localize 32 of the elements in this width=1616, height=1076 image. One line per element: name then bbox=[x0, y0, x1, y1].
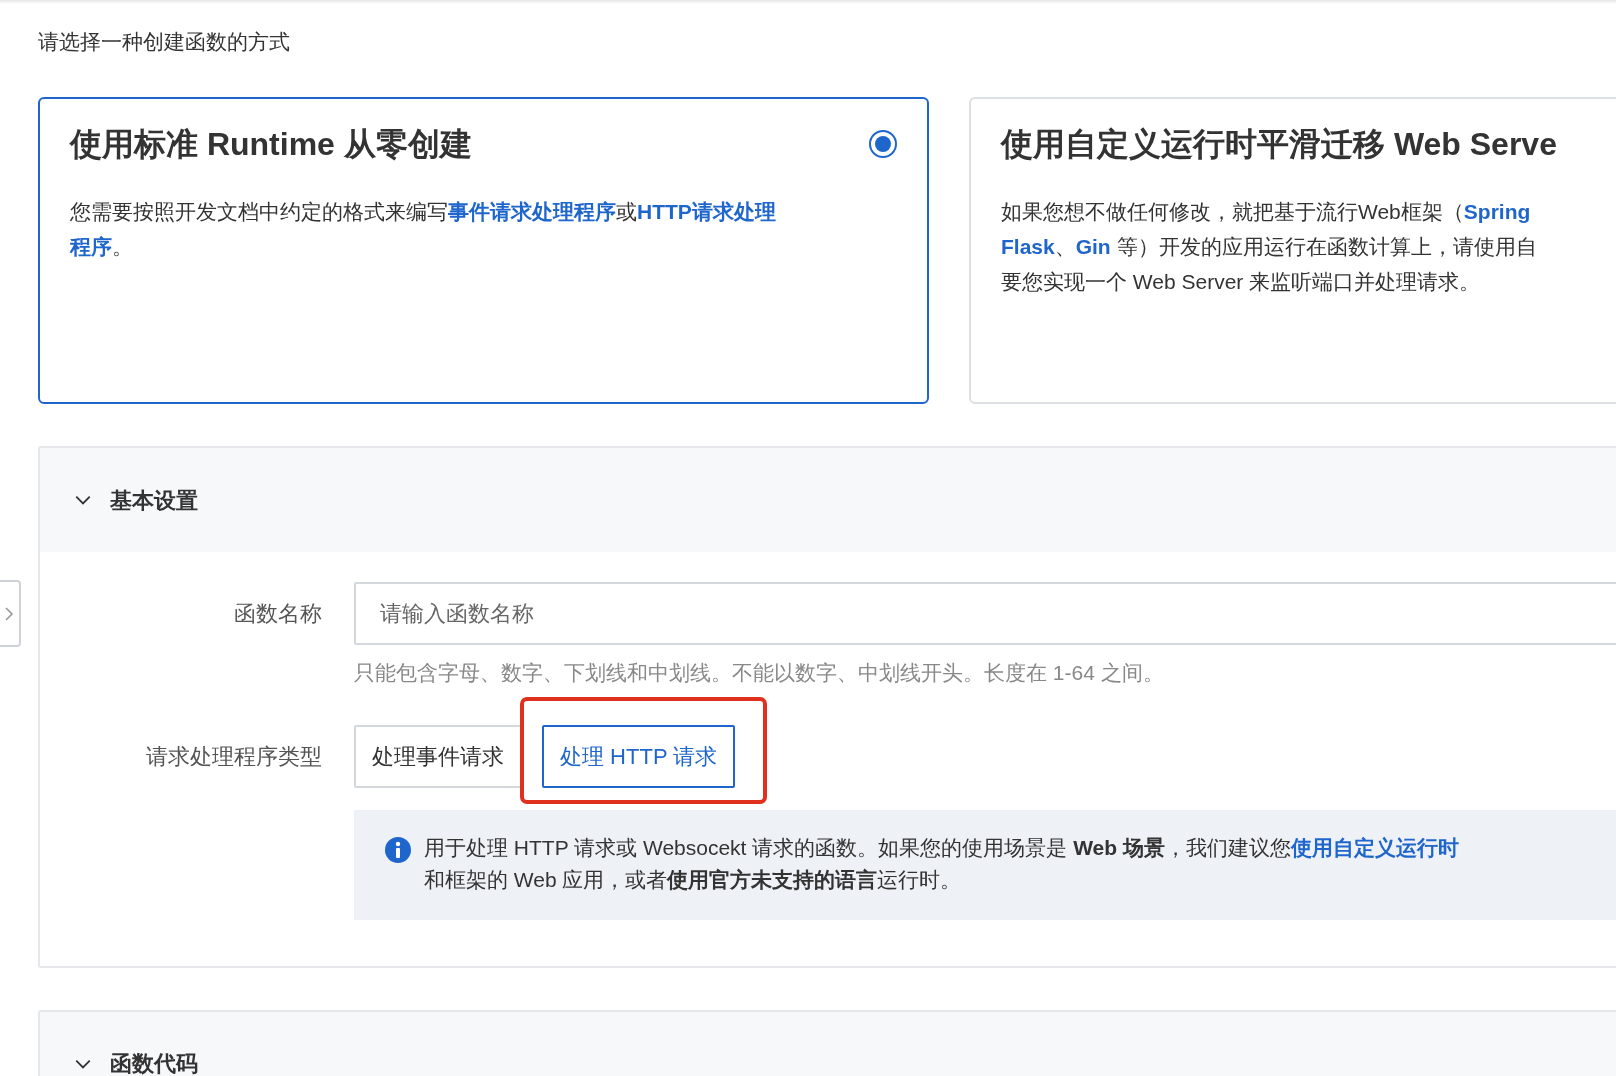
sidebar-toggle[interactable] bbox=[0, 580, 21, 647]
text-link[interactable]: 使用自定义运行时 bbox=[1290, 835, 1459, 859]
card-description: 要您实现一个 Web Server 来监听端口并处理请求。 bbox=[1001, 268, 1482, 295]
help-text: 只能包含字母、数字、下划线和中划线。不能以数字、中划线开头。长度在 1-64 之间。 bbox=[354, 660, 1165, 687]
card-title: 使用标准 Runtime 从零创建 bbox=[70, 125, 472, 164]
text-link[interactable]: Spring bbox=[1463, 199, 1531, 223]
text-link[interactable]: 事件请求处理程序 bbox=[448, 199, 616, 223]
page-heading: 请选择一种创建函数的方式 bbox=[38, 29, 291, 55]
text-link[interactable]: HTTP请求处理 bbox=[637, 199, 776, 223]
field-label: 函数名称 bbox=[233, 600, 322, 629]
option-card[interactable]: 使用标准 Runtime 从零创建 您需要按照开发文档中约定的格式来编写事件请求处理程序或HTTP请求处理 程序。 bbox=[38, 97, 929, 405]
text-link[interactable]: 程序 bbox=[70, 234, 112, 258]
option-card[interactable]: 使用自定义运行时平滑迁移 Web Serve 如果您想不做任何修改，就把基于流行Web框架（Spring Flask、Gin 等）开发的应用运行在函数计算上，请使用自 要您实现一个 Web Server 来监听端口并处理请求。 bbox=[969, 97, 1616, 405]
card-title: 使用自定义运行时平滑迁移 Web Serve bbox=[1001, 125, 1557, 164]
text-link[interactable]: Gin bbox=[1075, 234, 1111, 258]
card-description: Flask、Gin 等）开发的应用运行在函数计算上，请使用自 bbox=[1001, 233, 1538, 260]
card-description: 您需要按照开发文档中约定的格式来编写事件请求处理程序或HTTP请求处理 bbox=[70, 198, 777, 225]
info-icon bbox=[384, 835, 412, 864]
option-button[interactable]: 处理事件请求 bbox=[354, 724, 522, 788]
text-link[interactable]: Flask bbox=[1001, 234, 1055, 258]
radio-button[interactable] bbox=[869, 130, 897, 159]
option-button[interactable]: 处理 HTTP 请求 bbox=[542, 724, 736, 788]
panel-header[interactable]: 函数代码 bbox=[40, 1011, 1616, 1076]
panel-header[interactable]: 基本设置 bbox=[40, 448, 1616, 553]
info-text: 和框架的 Web 应用，或者使用官方未支持的语言运行时。 bbox=[424, 866, 963, 893]
input-field[interactable]: 请输入函数名称 bbox=[354, 582, 1616, 646]
panel-title: 函数代码 bbox=[110, 1050, 198, 1076]
field-label: 请求处理程序类型 bbox=[145, 742, 322, 771]
card-description: 如果您想不做任何修改，就把基于流行Web框架（Spring bbox=[1001, 198, 1532, 225]
card-description: 程序。 bbox=[70, 233, 134, 260]
panel-title: 基本设置 bbox=[110, 486, 198, 515]
info-text: 用于处理 HTTP 请求或 Websocekt 请求的函数。如果您的使用场景是 Web 场景，我们建议您使用自定义运行时 bbox=[424, 834, 1459, 861]
